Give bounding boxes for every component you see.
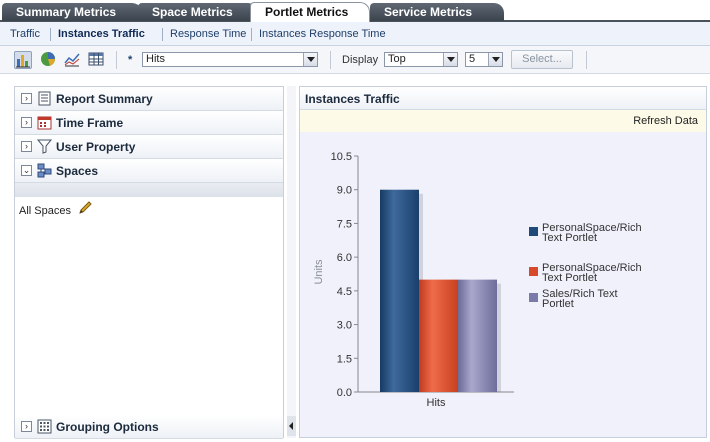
grouping-icon — [37, 419, 52, 434]
display-select[interactable]: Top — [384, 52, 458, 67]
pencil-icon[interactable] — [77, 200, 93, 216]
y-tick-label: 0.0 — [337, 387, 352, 399]
report-title: Instances Traffic — [305, 92, 400, 106]
bar-series-1[interactable] — [380, 189, 419, 392]
legend-swatch — [529, 227, 538, 236]
accordion-spaces[interactable]: ⌄ Spaces — [15, 159, 283, 183]
bar-series-3[interactable] — [458, 279, 497, 392]
y-tick-label: 4.5 — [337, 286, 352, 298]
legend-label: Text Portlet — [542, 232, 597, 244]
bar-chart-icon[interactable] — [14, 51, 32, 69]
y-tick-label: 3.0 — [337, 320, 352, 332]
select-button[interactable]: Select... — [511, 50, 573, 69]
expand-icon[interactable]: › — [21, 421, 32, 432]
collapse-icon[interactable]: ⌄ — [21, 165, 32, 176]
count-select-value: 5 — [469, 53, 476, 65]
toolbar-separator — [586, 51, 587, 69]
y-tick-label: 1.5 — [337, 353, 352, 365]
toolbar-separator — [116, 51, 117, 69]
display-select-value: Top — [388, 53, 406, 65]
expand-icon[interactable]: › — [21, 141, 32, 152]
report-summary-title: Report Summary — [56, 92, 153, 106]
tab-space-metrics[interactable]: Space Metrics — [138, 3, 258, 21]
chart-toolbar: * Hits Display Top 5 — [0, 46, 710, 74]
bar-chart: Units 10.59.07.56.04.53.01.50.0 Hits Per… — [313, 151, 642, 409]
expand-icon[interactable]: › — [21, 117, 32, 128]
toolbar-separator — [330, 51, 331, 69]
table-icon[interactable] — [88, 51, 106, 69]
time-frame-title: Time Frame — [56, 116, 124, 130]
filter-panel: › Report Summary › Time Frame › User Pro… — [14, 86, 284, 439]
metric-select-value: Hits — [146, 53, 165, 65]
y-tick-label: 7.5 — [337, 218, 352, 230]
required-marker: * — [128, 54, 133, 66]
accordion-time-frame[interactable]: › Time Frame — [15, 111, 283, 135]
collapse-left-icon[interactable] — [287, 416, 296, 436]
subtab-traffic[interactable]: Traffic — [10, 28, 40, 40]
report-action-bar: Refresh Data — [300, 110, 706, 132]
chevron-down-icon[interactable] — [488, 53, 502, 66]
user-property-title: User Property — [56, 140, 136, 154]
y-tick-label: 10.5 — [331, 151, 352, 163]
refresh-data-link[interactable]: Refresh Data — [633, 115, 698, 127]
top-tab-bar: Summary Metrics Space Metrics Portlet Me… — [0, 0, 710, 22]
subtab-instances-traffic[interactable]: Instances Traffic — [58, 28, 145, 40]
chevron-down-icon[interactable] — [443, 53, 457, 66]
y-tick-label: 6.0 — [337, 252, 352, 264]
chevron-down-icon[interactable] — [303, 53, 317, 66]
x-tick-label: Hits — [427, 397, 446, 409]
sub-tab-bar: Traffic Instances Traffic Response Time … — [0, 22, 710, 46]
tab-portlet-metrics[interactable]: Portlet Metrics — [250, 2, 370, 22]
accordion-user-property[interactable]: › User Property — [15, 135, 283, 159]
y-axis-label: Units — [313, 259, 325, 285]
spaces-section-bar — [15, 183, 283, 197]
report-icon — [37, 91, 52, 106]
filter-icon — [36, 139, 53, 154]
subtab-separator — [50, 28, 51, 41]
spaces-icon — [37, 163, 52, 178]
subtab-response-time[interactable]: Response Time — [170, 28, 246, 40]
spaces-title: Spaces — [56, 164, 99, 178]
report-panel: Instances Traffic Refresh Data Units 10.… — [299, 86, 707, 438]
subtab-separator — [251, 28, 252, 41]
legend-swatch — [529, 267, 538, 276]
legend-label: Text Portlet — [542, 272, 597, 284]
bar-series-2[interactable] — [419, 279, 458, 392]
count-select[interactable]: 5 — [465, 52, 503, 67]
panel-splitter[interactable] — [287, 86, 296, 438]
grouping-options-title: Grouping Options — [56, 420, 159, 434]
subtab-instances-response-time[interactable]: Instances Response Time — [259, 28, 386, 40]
calendar-icon — [37, 115, 52, 130]
subtab-separator — [162, 28, 163, 41]
chart-area: Units 10.5 9.0 7.5 6.0 4.5 3.0 1.5 0.0 Hits Per… — [300, 132, 706, 437]
display-label: Display — [342, 54, 379, 66]
tab-summary-metrics[interactable]: Summary Metrics — [2, 3, 142, 21]
line-chart-icon[interactable] — [64, 51, 82, 69]
spaces-value: All Spaces — [19, 205, 71, 217]
y-tick-label: 9.0 — [337, 185, 352, 197]
legend-label: Portlet — [542, 298, 574, 310]
report-header: Instances Traffic — [300, 87, 706, 110]
metric-select[interactable]: Hits — [142, 52, 318, 67]
pie-chart-icon[interactable] — [40, 51, 58, 69]
accordion-grouping-options[interactable]: › Grouping Options — [15, 415, 283, 439]
tab-service-metrics[interactable]: Service Metrics — [370, 3, 504, 21]
expand-icon[interactable]: › — [21, 93, 32, 104]
legend-swatch — [529, 293, 538, 302]
accordion-report-summary[interactable]: › Report Summary — [15, 87, 283, 111]
